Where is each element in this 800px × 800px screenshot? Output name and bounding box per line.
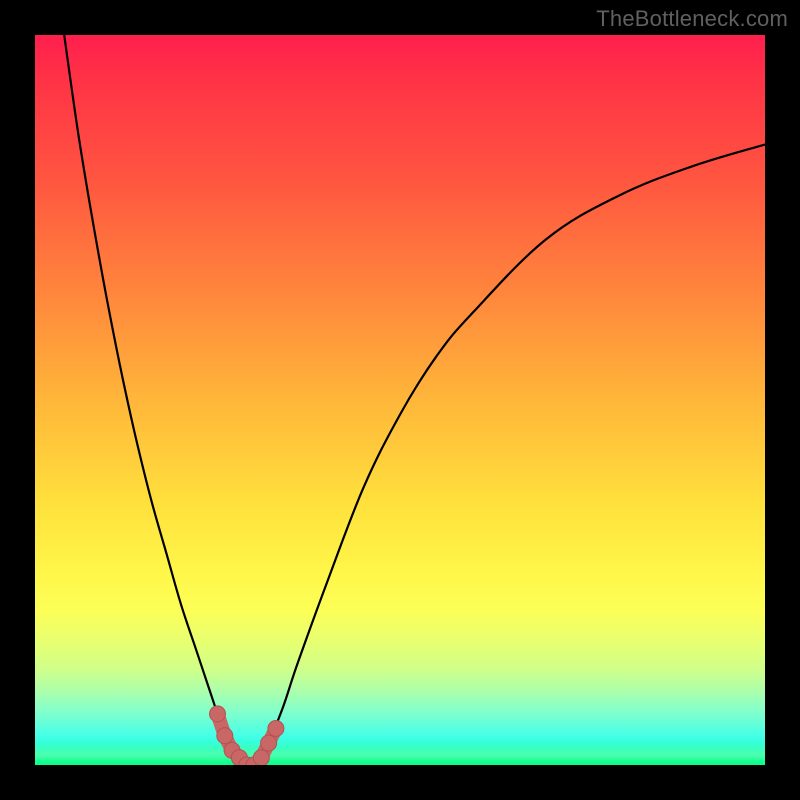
marker-dot (261, 735, 277, 751)
plot-area (35, 35, 765, 765)
marker-dot (210, 706, 226, 722)
marker-dot (217, 728, 233, 744)
marker-layer (35, 35, 765, 765)
watermark-text: TheBottleneck.com (596, 6, 788, 32)
chart-container: TheBottleneck.com (0, 0, 800, 800)
marker-dot (253, 750, 269, 765)
marker-dot (268, 721, 284, 737)
